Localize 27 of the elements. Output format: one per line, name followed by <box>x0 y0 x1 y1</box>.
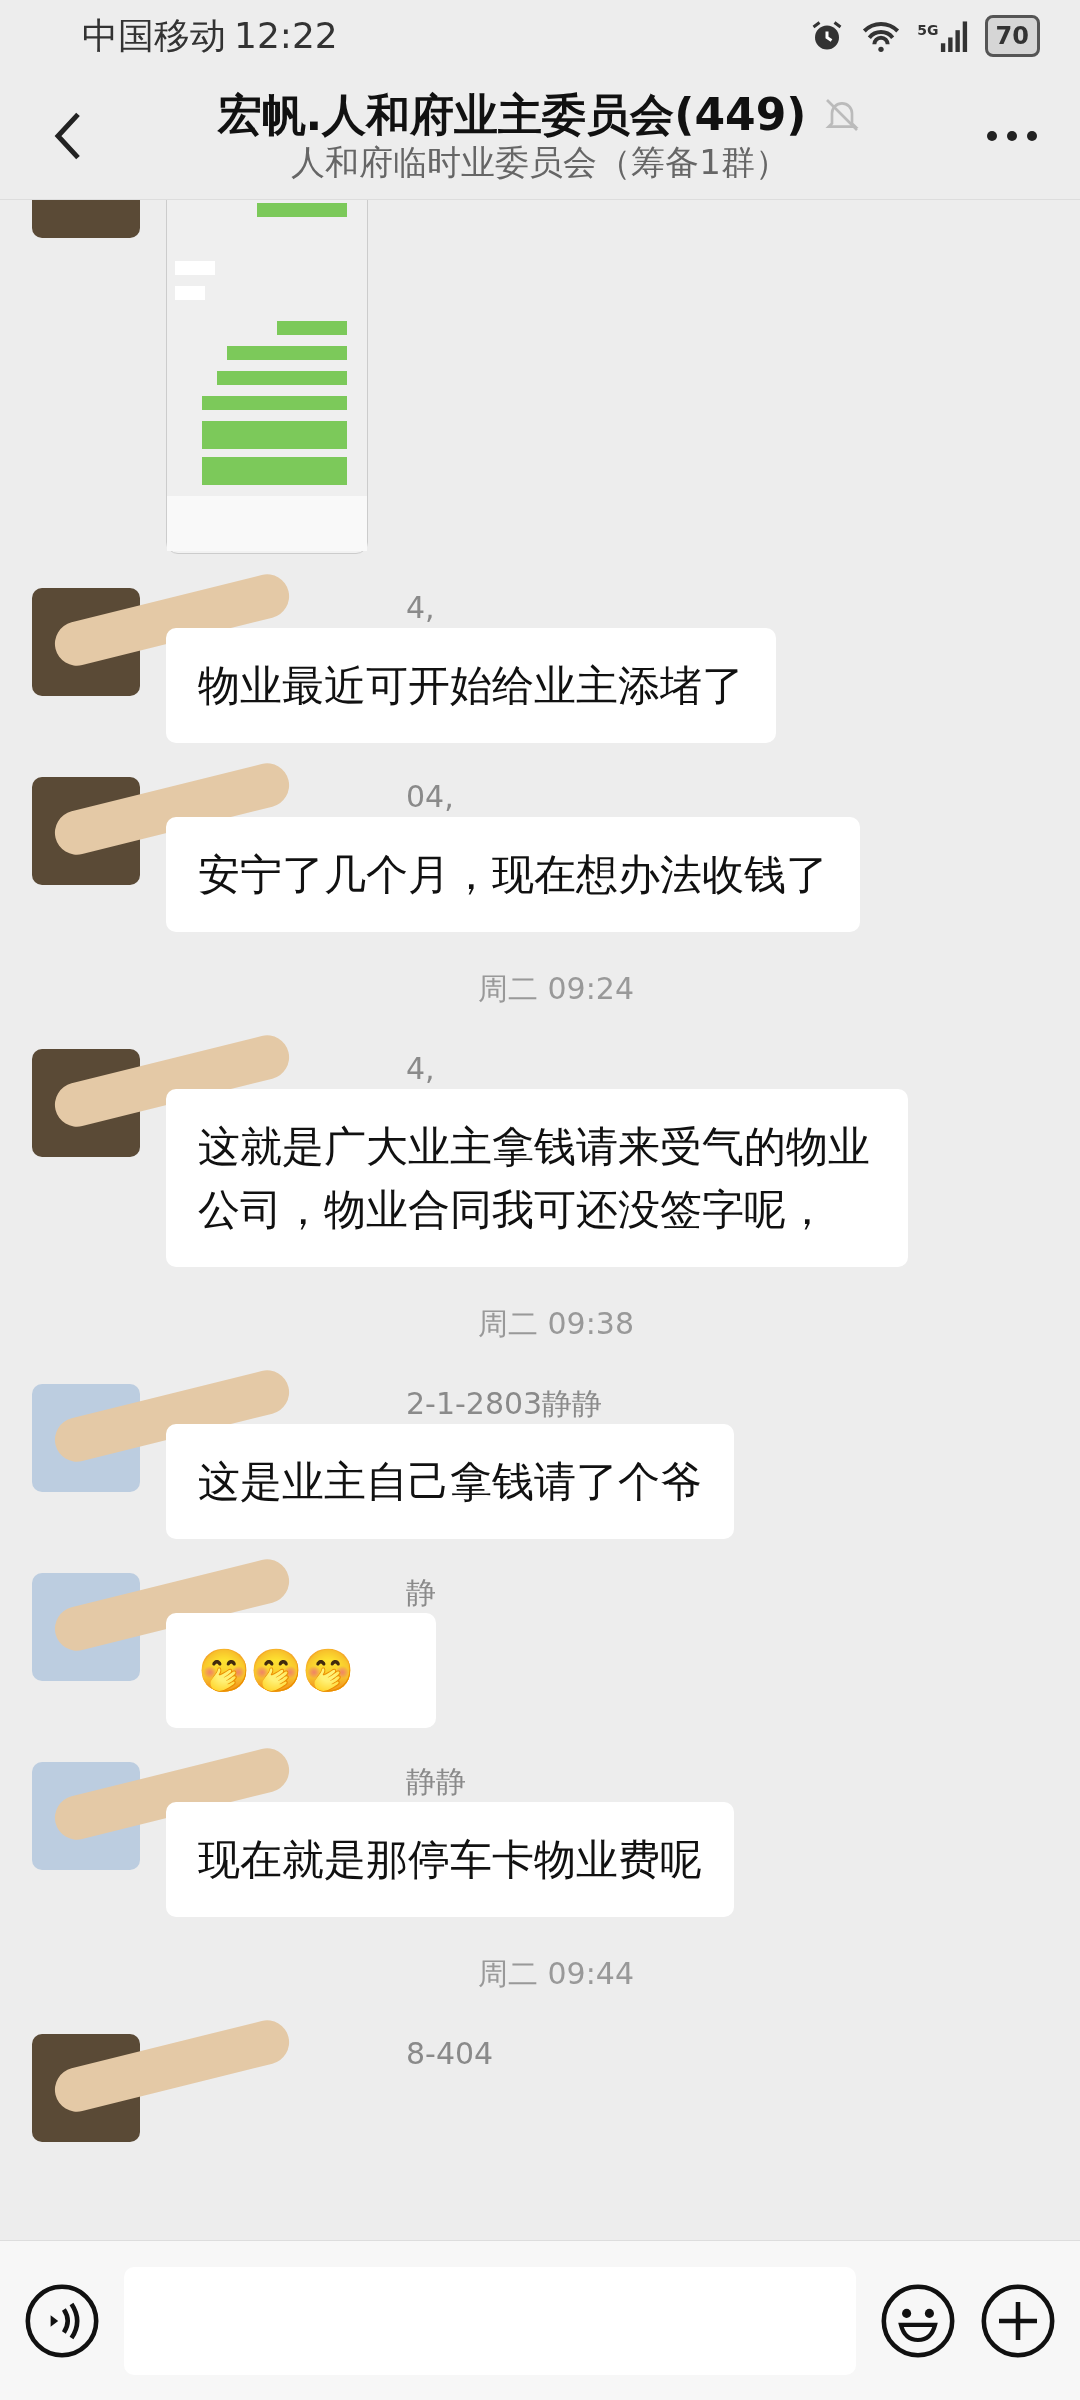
message-bubble[interactable]: 这是业主自己拿钱请了个爷 <box>166 1424 734 1539</box>
battery-indicator: 70 <box>984 15 1040 57</box>
message-bubble[interactable]: 安宁了几个月，现在想办法收钱了 <box>166 817 860 932</box>
sender-name: 04, <box>405 778 455 816</box>
message-bubble[interactable]: 现在就是那停车卡物业费呢 <box>166 1802 734 1917</box>
add-button[interactable] <box>980 2282 1056 2359</box>
chat-subtitle: 人和府临时业委员会（筹备1群） <box>291 141 789 183</box>
emoji-button[interactable] <box>880 2282 956 2359</box>
clock-time: 12:22 <box>234 14 338 58</box>
message-bubble[interactable]: 物业最近可开始给业主添堵了 <box>166 628 776 743</box>
carrier-name: 中国移动 <box>82 14 226 58</box>
timestamp: 周二 09:38 <box>477 1305 635 1343</box>
timestamp: 周二 09:24 <box>477 970 635 1008</box>
sender-name: 4, <box>405 589 436 627</box>
voice-button[interactable] <box>24 2282 100 2359</box>
more-icon[interactable] <box>984 129 1040 143</box>
chat-title: 宏帆.人和府业主委员会(449) <box>217 88 807 142</box>
signal-icon <box>938 20 969 52</box>
sender-name: 静静 <box>405 1763 467 1801</box>
sender-name: 8-404 <box>405 2035 494 2073</box>
sender-name: 2-1-2803静静 <box>405 1385 604 1423</box>
sender-name: 静 <box>405 1574 436 1612</box>
sender-name: 4, <box>405 1050 436 1088</box>
message-bubble[interactable]: 这就是广大业主拿钱请来受气的物业公司，物业合同我可还没签字呢， <box>166 1089 908 1267</box>
network-label: 5G <box>917 21 939 40</box>
timestamp: 周二 09:44 <box>477 1955 635 1993</box>
wifi-icon <box>861 19 902 53</box>
